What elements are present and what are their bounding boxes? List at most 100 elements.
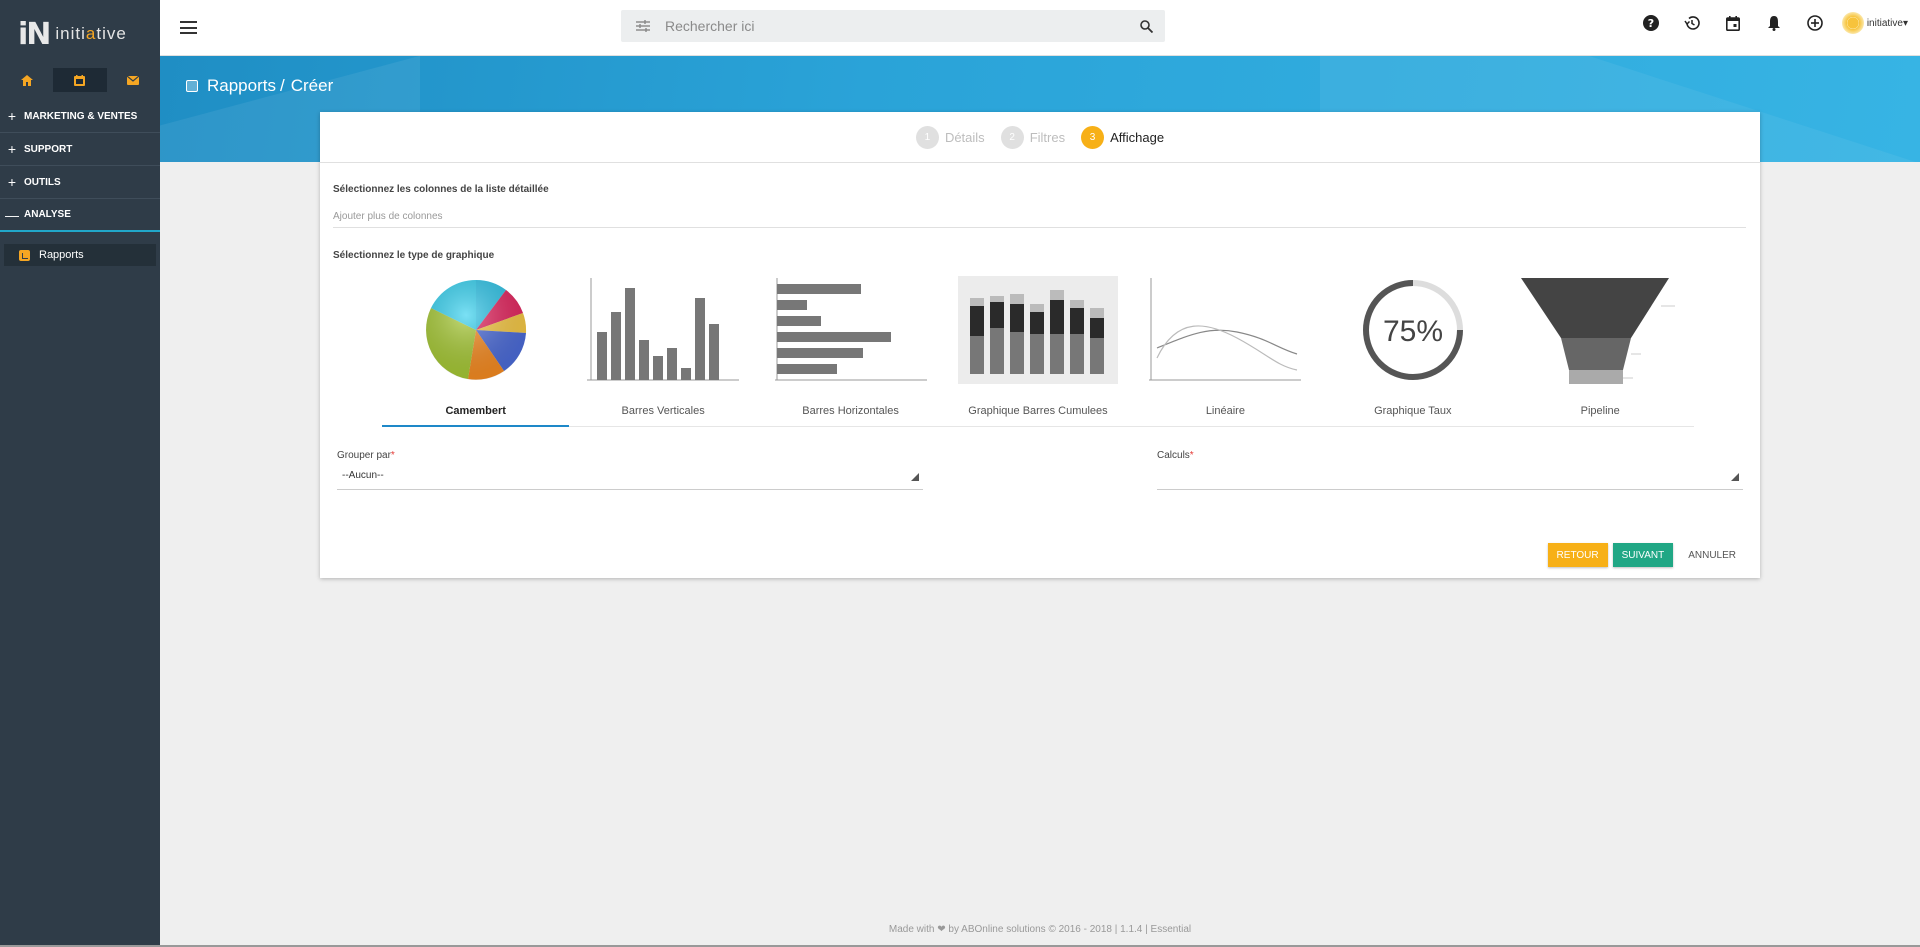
pipeline-chart-thumbnail (1521, 278, 1676, 384)
chart-option-stacked-bars[interactable]: Graphique Barres Cumulees (944, 276, 1131, 426)
sidebar-item-rapports[interactable]: Rapports (4, 244, 156, 266)
chart-option-label: Barres Verticales (621, 405, 705, 417)
next-button[interactable]: SUIVANT (1612, 543, 1674, 567)
menu-group-support[interactable]: + SUPPORT (0, 133, 160, 166)
help-icon[interactable]: ? (1631, 0, 1672, 46)
chart-option-label: Linéaire (1205, 405, 1245, 417)
search-input[interactable] (665, 18, 1127, 34)
user-menu[interactable]: initiative ▾ (1836, 12, 1920, 34)
breadcrumb-separator: / (279, 76, 285, 95)
sidebar: iN initiative + MARKETING & VENTES + SUPPO… (0, 0, 160, 947)
chart-option-pipeline[interactable]: Pipeline (1507, 276, 1694, 426)
calendar-icon[interactable] (53, 68, 107, 92)
bell-icon[interactable] (1754, 0, 1795, 46)
menu-group-label: ANALYSE (24, 209, 71, 220)
calculs-field: Calculs* (1157, 450, 1743, 490)
menu-group-label: OUTILS (24, 176, 61, 188)
step-number: 3 (1081, 125, 1105, 149)
horizontal-bars-thumbnail (774, 278, 927, 381)
chevron-down-icon: ▾ (1902, 17, 1908, 29)
svg-text:?: ? (1648, 17, 1654, 30)
history-icon[interactable] (1672, 0, 1713, 46)
filter-settings-icon[interactable] (621, 20, 665, 32)
calculs-label-text: Calculs (1157, 450, 1190, 461)
menu-group-analyse[interactable]: — ANALYSE (0, 199, 160, 232)
chart-type-selector: Camembert Barres Verticales Barres Horiz… (382, 276, 1694, 427)
home-icon[interactable] (0, 68, 53, 92)
report-icon (186, 80, 198, 92)
calculs-select[interactable] (1157, 470, 1743, 490)
collapse-icon: — (5, 206, 19, 223)
expand-icon: + (7, 108, 17, 124)
group-by-field: Grouper par* --Aucun-- (337, 450, 923, 490)
top-bar: ? initiative ▾ (160, 0, 1920, 56)
avatar (1841, 12, 1864, 34)
required-mark: * (390, 450, 395, 461)
menu-group-label: MARKETING & VENTES (24, 110, 138, 122)
page-title: Créer (290, 76, 334, 95)
rate-value-text: 75% (1383, 315, 1443, 348)
stacked-bars-thumbnail (957, 276, 1118, 384)
logo-text-start: initi (55, 24, 86, 43)
logo-text-end: tive (96, 24, 127, 43)
rate-chart-thumbnail: 75% (1362, 280, 1463, 380)
group-by-select[interactable]: --Aucun-- (337, 470, 923, 490)
search-icon[interactable] (1127, 19, 1165, 33)
menu-group-outils[interactable]: + OUTILS (0, 166, 160, 199)
menu-group-marketing[interactable]: + MARKETING & VENTES (0, 100, 160, 133)
chart-option-label: Pipeline (1580, 405, 1620, 417)
chart-type-label: Sélectionnez le type de graphique (333, 250, 495, 261)
menu-group-label: SUPPORT (24, 143, 73, 155)
add-circle-icon[interactable] (1795, 0, 1836, 46)
back-button[interactable]: RETOUR (1547, 543, 1608, 567)
chart-option-label: Barres Horizontales (802, 405, 899, 417)
group-by-label: Grouper par* (337, 450, 923, 461)
step-number: 1 (915, 125, 939, 149)
search-bar (621, 10, 1165, 42)
chart-option-pie[interactable]: Camembert (382, 276, 570, 427)
step-affichage[interactable]: 3 Affichage (1081, 125, 1165, 149)
step-number: 2 (1000, 125, 1024, 149)
menu-toggle-icon[interactable] (180, 21, 197, 34)
chart-option-label: Camembert (445, 405, 506, 417)
breadcrumb-parent[interactable]: Rapports (207, 76, 276, 96)
sidebar-item-label: Rapports (39, 249, 84, 261)
expand-icon: + (7, 174, 17, 190)
columns-input[interactable] (333, 206, 1746, 228)
logo-mark: iN (18, 16, 51, 52)
calendar-icon[interactable] (1713, 0, 1754, 46)
step-filtres[interactable]: 2 Filtres (1000, 125, 1066, 149)
chart-option-rate[interactable]: 75% Graphique Taux (1319, 276, 1506, 426)
cancel-button[interactable]: ANNULER (1678, 543, 1746, 567)
expand-icon: + (7, 141, 17, 157)
logo-text: initiative (55, 24, 126, 44)
breadcrumb: Rapports / Créer (186, 76, 333, 96)
report-wizard-card: 1 Détails 2 Filtres 3 Affichage Sélectionne… (320, 112, 1760, 578)
step-label: Filtres (1029, 129, 1066, 145)
footer: Made with ❤ by ABOnline solutions © 2016… (888, 924, 1192, 935)
report-icon (19, 249, 30, 261)
wizard-actions: RETOUR SUIVANT ANNULER (1543, 543, 1746, 567)
step-label: Détails (944, 129, 985, 145)
submenu-analyse: Rapports (0, 232, 160, 266)
columns-label: Sélectionnez les colonnes de la liste dé… (333, 184, 549, 195)
chart-option-vertical-bars[interactable]: Barres Verticales (569, 276, 756, 426)
top-icons: ? initiative ▾ (1631, 0, 1920, 46)
user-name: initiative (1866, 17, 1903, 29)
logo-text-accent: a (85, 24, 97, 43)
step-details[interactable]: 1 Détails (915, 125, 985, 149)
chart-option-line[interactable]: Linéaire (1132, 276, 1319, 426)
chart-option-label: Graphique Taux (1374, 405, 1452, 417)
wizard-steps: 1 Détails 2 Filtres 3 Affichage (320, 112, 1760, 163)
step-label: Affichage (1110, 129, 1165, 145)
chart-option-label: Graphique Barres Cumulees (968, 405, 1108, 417)
chart-option-horizontal-bars[interactable]: Barres Horizontales (757, 276, 944, 426)
group-by-label-text: Grouper par (337, 450, 391, 461)
calculs-label: Calculs* (1157, 450, 1743, 461)
vertical-bars-thumbnail (587, 278, 740, 381)
mail-icon[interactable] (107, 68, 160, 92)
quick-icons (0, 68, 160, 92)
required-mark: * (1189, 450, 1194, 461)
line-chart-thumbnail (1149, 278, 1302, 381)
app-logo[interactable]: iN initiative (0, 0, 160, 68)
